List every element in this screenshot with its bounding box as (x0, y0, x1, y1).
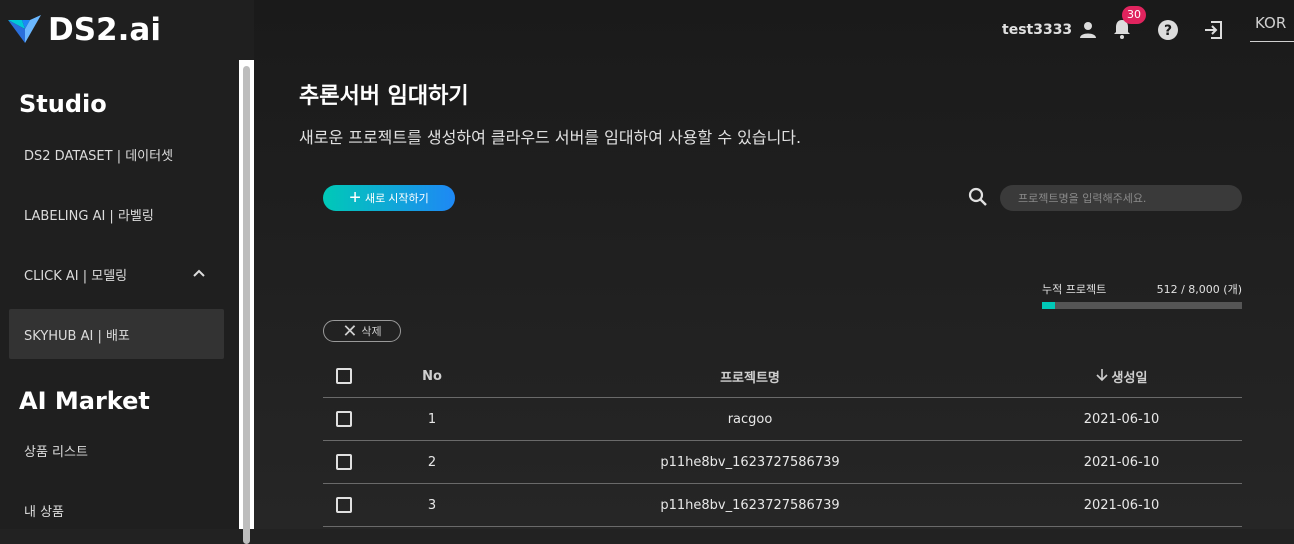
sidebar-item-my-products[interactable]: 내 상품 (9, 485, 224, 535)
delete-label: 삭제 (361, 326, 382, 338)
brand-logo[interactable]: DS2.ai (8, 12, 161, 48)
row-created-date: 2021-06-10 (1001, 483, 1242, 527)
search-input[interactable] (1000, 185, 1242, 211)
row-project-name[interactable]: p11he8bv_1623727586739 (499, 483, 1001, 527)
sidebar-item-label: DS2 DATASET | 데이터셋 (24, 148, 174, 164)
row-no: 1 (365, 397, 499, 441)
row-project-name[interactable]: racgoo (499, 397, 1001, 441)
sidebar-item-dataset[interactable]: DS2 DATASET | 데이터셋 (9, 129, 224, 179)
main-content: test3333 30 ? KOR 추론서버 임대하기 새로운 프로젝트를 생성… (254, 0, 1294, 529)
notification-badge: 30 (1122, 6, 1146, 24)
top-bar: test3333 30 ? KOR (254, 0, 1294, 60)
username: test3333 (1002, 22, 1073, 38)
table-row[interactable]: 2 p11he8bv_1623727586739 2021-06-10 (323, 440, 1242, 484)
sidebar-item-label: SKYHUB AI | 배포 (24, 328, 130, 344)
sidebar-scrollbar[interactable] (239, 60, 254, 544)
new-project-label: 새로 시작하기 (364, 193, 429, 205)
row-project-name[interactable]: p11he8bv_1623727586739 (499, 440, 1001, 484)
search-icon[interactable] (968, 187, 988, 207)
project-progress-fill (1042, 302, 1055, 309)
row-select-cell (323, 483, 365, 527)
brand-name: DS2.ai (48, 12, 161, 48)
ai-market-section-title: AI Market (19, 387, 150, 415)
studio-section-title: Studio (19, 90, 107, 118)
row-created-date: 2021-06-10 (1001, 440, 1242, 484)
row-select-cell (323, 397, 365, 441)
sidebar-item-label: LABELING AI | 라벨링 (24, 208, 154, 224)
page-title: 추론서버 임대하기 (299, 84, 469, 109)
page-description: 새로운 프로젝트를 생성하여 클라우드 서버를 임대하여 사용할 수 있습니다. (299, 128, 802, 147)
row-checkbox[interactable] (336, 454, 352, 470)
select-all-cell (323, 355, 365, 398)
sidebar: DS2.ai Studio DS2 DATASET | 데이터셋 LABELIN… (0, 0, 254, 544)
header-created-date-label: 생성일 (1111, 370, 1148, 386)
table-row[interactable]: 1 racgoo 2021-06-10 (323, 397, 1242, 441)
sidebar-item-labeling[interactable]: LABELING AI | 라벨링 (9, 189, 224, 239)
delete-button[interactable]: ✕ 삭제 (323, 320, 401, 342)
progress-count: 512 / 8,000 (개) (1156, 283, 1242, 296)
header-project-name[interactable]: 프로젝트명 (499, 355, 1001, 398)
new-project-button[interactable]: + 새로 시작하기 (323, 185, 455, 211)
arrow-down-icon[interactable] (1095, 368, 1108, 386)
sidebar-item-skyhub[interactable]: SKYHUB AI | 배포 (9, 309, 224, 359)
sidebar-item-label: CLICK AI | 모델링 (24, 268, 128, 284)
language-selector[interactable]: KOR (1250, 14, 1294, 42)
header-no[interactable]: No (365, 355, 499, 398)
header-created-date[interactable]: 생성일 (1001, 355, 1242, 398)
row-created-date: 2021-06-10 (1001, 397, 1242, 441)
chevron-up-icon[interactable] (192, 266, 206, 280)
progress-label: 누적 프로젝트 (1042, 283, 1107, 296)
select-all-checkbox[interactable] (336, 368, 352, 384)
row-select-cell (323, 440, 365, 484)
logout-icon[interactable] (1203, 19, 1225, 41)
sidebar-item-product-list[interactable]: 상품 리스트 (9, 425, 224, 475)
sidebar-item-label: 상품 리스트 (24, 444, 88, 460)
svg-text:?: ? (1164, 23, 1172, 39)
project-progress-bar (1042, 302, 1242, 309)
row-checkbox[interactable] (336, 411, 352, 427)
sidebar-item-click-ai[interactable]: CLICK AI | 모델링 (9, 249, 224, 299)
row-no: 3 (365, 483, 499, 527)
row-checkbox[interactable] (336, 497, 352, 513)
help-icon[interactable]: ? (1157, 19, 1179, 41)
project-table: No 프로젝트명 생성일 1 racgoo 2021-06-10 2 p11he… (323, 355, 1242, 527)
ds2-logo-icon (8, 15, 41, 43)
sidebar-scroll-thumb[interactable] (243, 66, 250, 544)
sidebar-item-label: 내 상품 (24, 504, 65, 520)
user-menu[interactable]: test3333 (1002, 20, 1098, 40)
table-header-row: No 프로젝트명 생성일 (323, 355, 1242, 398)
plus-icon: + (349, 187, 361, 209)
close-icon: ✕ (342, 321, 358, 341)
user-icon (1080, 22, 1097, 38)
table-row[interactable]: 3 p11he8bv_1623727586739 2021-06-10 (323, 483, 1242, 527)
row-no: 2 (365, 440, 499, 484)
